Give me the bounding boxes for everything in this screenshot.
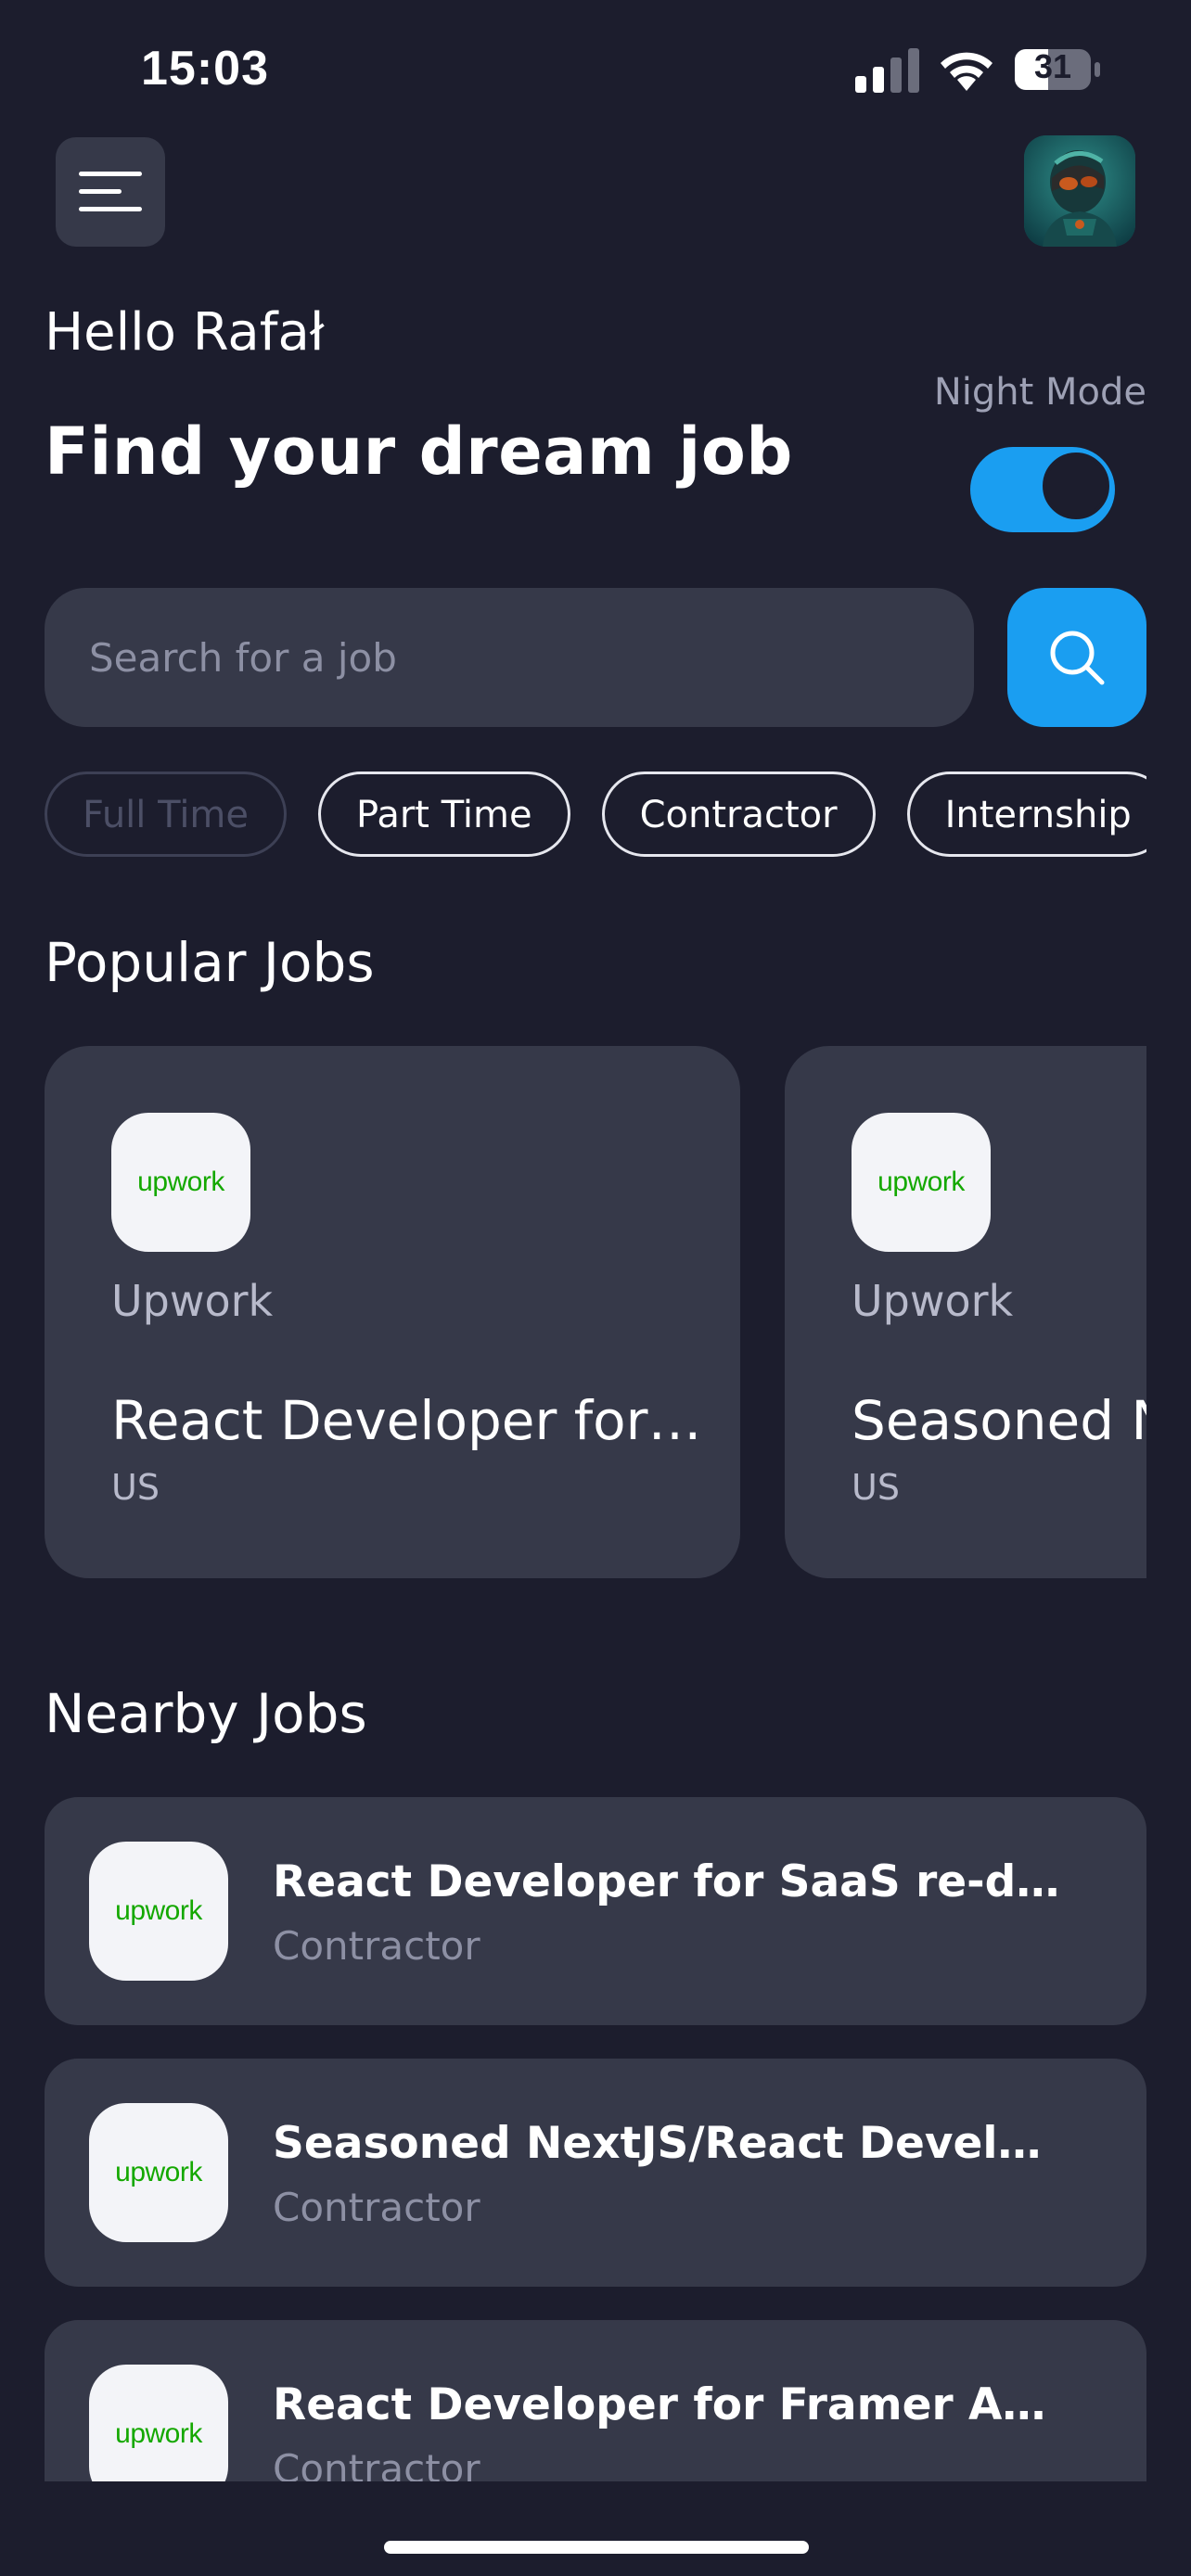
nearby-job-item[interactable]: upwork React Developer for SaaS re-devel… [45, 1797, 1146, 2025]
nearby-jobs-list: upwork React Developer for SaaS re-devel… [45, 1797, 1146, 2481]
logo-wordmark: upwork [115, 2157, 202, 2187]
greeting-text: Hello Rafał [45, 302, 325, 363]
status-bar: 15:03 31 [0, 0, 1191, 139]
job-title: Seasoned NextJS/React Developer [852, 1389, 1146, 1452]
nearby-job-item[interactable]: upwork React Developer for Framer App - … [45, 2320, 1146, 2481]
page-headline: Find your dream job [45, 414, 793, 490]
popular-jobs-carousel[interactable]: upwork Upwork React Developer for SaaS r… [45, 1046, 1146, 1578]
menu-button[interactable] [56, 137, 165, 247]
signal-icon [855, 48, 919, 93]
wifi-icon [941, 52, 992, 91]
night-mode-toggle[interactable] [970, 447, 1115, 532]
upwork-logo-icon: upwork [89, 1842, 228, 1981]
filter-chip-contractor[interactable]: Contractor [601, 772, 876, 857]
home-indicator[interactable] [384, 2541, 809, 2554]
popular-jobs-title: Popular Jobs [45, 931, 375, 994]
hamburger-menu-icon [79, 172, 142, 211]
popular-job-card[interactable]: upwork Upwork React Developer for SaaS r… [45, 1046, 740, 1578]
job-finder-screen: 15:03 31 Hello Rafał Find your dream job… [0, 0, 1191, 2576]
job-type-filters: Full Time Part Time Contractor Internship [45, 772, 1146, 861]
job-type: Contractor [273, 2446, 480, 2481]
nearby-job-item[interactable]: upwork Seasoned NextJS/React Developer n… [45, 2059, 1146, 2287]
search-button[interactable] [1007, 588, 1146, 727]
battery-level: 31 [1033, 47, 1072, 85]
upwork-logo-icon: upwork [89, 2365, 228, 2481]
job-title: React Developer for SaaS re-development [111, 1389, 705, 1452]
job-title: React Developer for SaaS re-development [273, 1856, 1061, 1907]
popular-job-card[interactable]: upwork Upwork Seasoned NextJS/React Deve… [785, 1046, 1146, 1578]
nearby-jobs-title: Nearby Jobs [45, 1682, 367, 1745]
night-mode-label: Night Mode [933, 371, 1146, 414]
job-company: Upwork [852, 1276, 1014, 1326]
job-title: Seasoned NextJS/React Developer needed [273, 2118, 1061, 2169]
logo-wordmark: upwork [877, 1167, 965, 1197]
upwork-logo-icon: upwork [852, 1113, 991, 1252]
status-time: 15:03 [141, 42, 269, 96]
toggle-knob [1043, 453, 1109, 519]
search-icon [1050, 631, 1105, 685]
upwork-logo-icon: upwork [111, 1113, 250, 1252]
filter-chip-part-time[interactable]: Part Time [318, 772, 570, 857]
logo-wordmark: upwork [137, 1167, 224, 1197]
filter-chip-full-time[interactable]: Full Time [45, 772, 288, 857]
job-type: Contractor [273, 2185, 480, 2230]
job-location: US [111, 1467, 160, 1508]
job-type: Contractor [273, 1923, 480, 1969]
filter-chip-internship[interactable]: Internship [906, 772, 1146, 857]
upwork-logo-icon: upwork [89, 2103, 228, 2242]
logo-wordmark: upwork [115, 1895, 202, 1926]
robot-avatar-image [1024, 135, 1135, 247]
search-input[interactable] [45, 588, 974, 727]
job-location: US [852, 1467, 900, 1508]
job-title: React Developer for Framer App - long te… [273, 2379, 1061, 2430]
logo-wordmark: upwork [115, 2418, 202, 2449]
profile-avatar[interactable] [1024, 135, 1135, 247]
job-company: Upwork [111, 1276, 274, 1326]
